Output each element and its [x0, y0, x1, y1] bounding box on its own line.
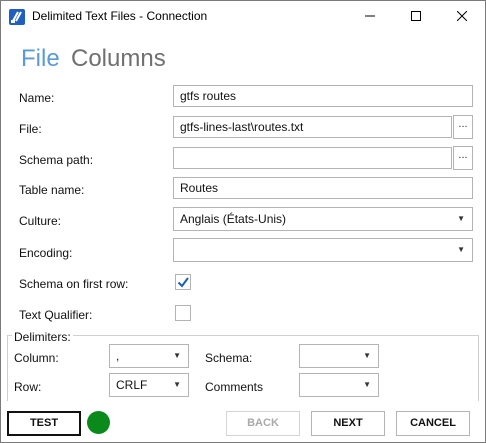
app-icon — [9, 9, 25, 25]
file-input[interactable]: gtfs-lines-last\routes.txt — [173, 116, 452, 138]
row-delimiter-select[interactable]: CRLF ▼ — [109, 373, 189, 397]
row-delimiter-value: CRLF — [116, 378, 148, 392]
text-qualifier-checkbox[interactable] — [175, 305, 191, 321]
delimiters-title: Delimiters: — [12, 330, 73, 344]
column-delimiter-value: , — [116, 349, 120, 363]
chevron-down-icon: ▼ — [457, 245, 465, 254]
maximize-button[interactable] — [393, 1, 439, 32]
row-delimiter-label: Row: — [14, 380, 42, 394]
file-label: File: — [19, 122, 42, 136]
name-label: Name: — [19, 91, 55, 105]
table-name-input[interactable]: Routes — [173, 177, 473, 199]
chevron-down-icon: ▼ — [363, 380, 371, 389]
back-button[interactable]: BACK — [226, 411, 300, 436]
text-qualifier-label: Text Qualifier: — [19, 308, 93, 322]
chevron-down-icon: ▼ — [173, 380, 181, 389]
close-button[interactable] — [439, 1, 485, 32]
schema-first-row-label: Schema on first row: — [19, 277, 129, 291]
culture-select[interactable]: Anglais (États-Unis) ▼ — [173, 207, 473, 231]
connection-status-indicator — [87, 411, 110, 434]
minimize-button[interactable] — [347, 1, 393, 32]
name-input[interactable]: gtfs routes — [173, 85, 473, 107]
schema-delimiter-select[interactable]: ▼ — [299, 344, 379, 368]
comments-delimiter-select[interactable]: ▼ — [299, 373, 379, 397]
culture-label: Culture: — [19, 214, 62, 228]
tab-columns[interactable]: Columns — [71, 45, 166, 73]
minimize-icon — [365, 10, 375, 24]
maximize-icon — [411, 10, 421, 24]
connection-window: Delimited Text Files - Connection File C… — [0, 0, 486, 443]
title-bar: Delimited Text Files - Connection — [1, 1, 485, 32]
schema-delimiter-label: Schema: — [205, 351, 253, 365]
schema-path-browse-button[interactable]: ... — [453, 146, 473, 170]
cancel-button[interactable]: CANCEL — [396, 411, 470, 436]
window-title: Delimited Text Files - Connection — [32, 9, 208, 23]
column-delimiter-label: Column: — [14, 351, 59, 365]
chevron-down-icon: ▼ — [363, 351, 371, 360]
schema-path-input[interactable] — [173, 147, 452, 169]
encoding-label: Encoding: — [19, 246, 73, 260]
test-button[interactable]: TEST — [7, 411, 81, 436]
comments-delimiter-label: Comments — [205, 380, 264, 394]
next-button[interactable]: NEXT — [311, 411, 385, 436]
column-delimiter-select[interactable]: , ▼ — [109, 344, 189, 368]
file-browse-button[interactable]: ... — [453, 115, 473, 139]
encoding-select[interactable]: ▼ — [173, 238, 473, 262]
tab-file[interactable]: File — [21, 45, 60, 73]
chevron-down-icon: ▼ — [173, 351, 181, 360]
schema-first-row-checkbox[interactable] — [175, 274, 191, 290]
chevron-down-icon: ▼ — [457, 214, 465, 223]
culture-value: Anglais (États-Unis) — [180, 212, 287, 226]
schema-path-label: Schema path: — [19, 153, 94, 167]
close-icon — [456, 10, 468, 24]
table-name-label: Table name: — [19, 183, 85, 197]
